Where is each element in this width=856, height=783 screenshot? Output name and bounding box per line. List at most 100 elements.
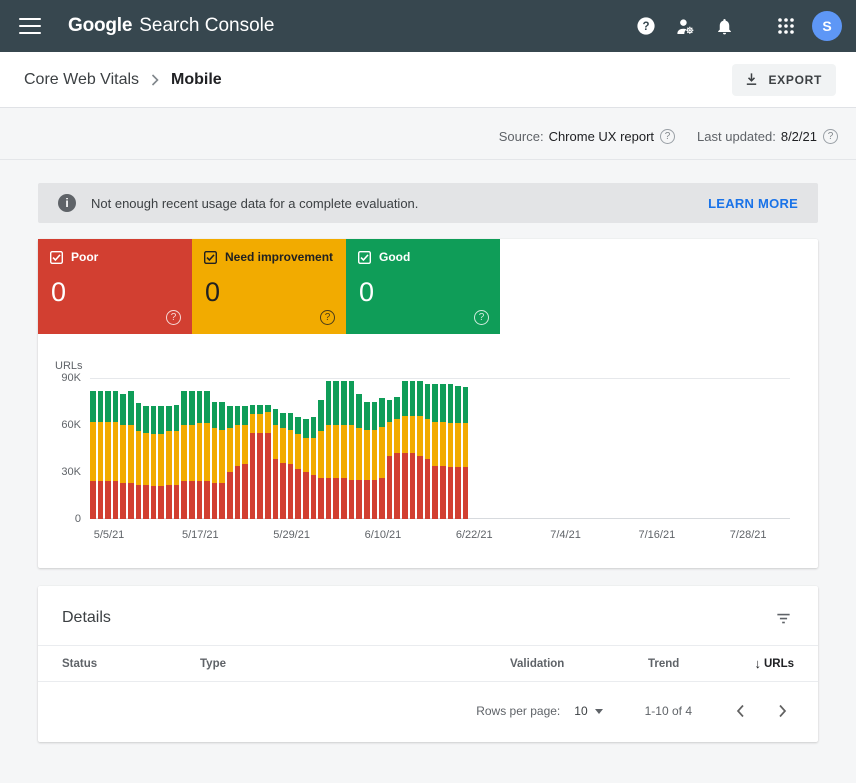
chart-bars xyxy=(90,378,790,519)
x-tick-label: 7/4/21 xyxy=(550,529,581,541)
logo-product: Search Console xyxy=(139,15,274,37)
y-tick-label: 60K xyxy=(61,419,81,431)
bar-stack[interactable] xyxy=(417,378,423,519)
account-avatar[interactable]: S xyxy=(812,11,842,41)
bar-stack[interactable] xyxy=(410,378,416,519)
column-urls-label: URLs xyxy=(764,658,794,670)
banner-message: Not enough recent usage data for a compl… xyxy=(91,196,418,211)
bar-stack[interactable] xyxy=(166,378,172,519)
bar-stack[interactable] xyxy=(113,378,119,519)
vitals-chart-card: Poor 0 ? Need improvement 0 ? xyxy=(38,239,818,568)
bar-stack[interactable] xyxy=(90,378,96,519)
bar-stack[interactable] xyxy=(212,378,218,519)
bar-stack[interactable] xyxy=(128,378,134,519)
download-icon xyxy=(744,72,759,87)
notifications-button[interactable] xyxy=(711,13,737,39)
bar-stack[interactable] xyxy=(219,378,225,519)
status-tile-good[interactable]: Good 0 ? xyxy=(346,239,500,334)
bar-stack[interactable] xyxy=(448,378,454,519)
status-tile-poor[interactable]: Poor 0 ? xyxy=(38,239,192,334)
bar-stack[interactable] xyxy=(341,378,347,519)
apps-grid-icon xyxy=(777,17,795,35)
bar-stack[interactable] xyxy=(250,378,256,519)
bar-stack[interactable] xyxy=(235,378,241,519)
bar-stack[interactable] xyxy=(105,378,111,519)
bar-stack[interactable] xyxy=(333,378,339,519)
pagination-bar: Rows per page: 10 1-10 of 4 xyxy=(38,682,818,742)
column-urls-sort[interactable]: ↓ URLs xyxy=(754,656,794,671)
bar-stack[interactable] xyxy=(318,378,324,519)
filter-button[interactable] xyxy=(772,607,794,629)
next-page-button[interactable] xyxy=(770,699,794,723)
bar-stack[interactable] xyxy=(273,378,279,519)
bar-stack[interactable] xyxy=(143,378,149,519)
bar-stack[interactable] xyxy=(280,378,286,519)
bar-stack[interactable] xyxy=(379,378,385,519)
bar-stack[interactable] xyxy=(349,378,355,519)
bar-stack[interactable] xyxy=(326,378,332,519)
chevron-left-icon xyxy=(736,704,745,718)
bar-stack[interactable] xyxy=(197,378,203,519)
y-axis-title: URLs xyxy=(55,360,790,372)
bar-stack[interactable] xyxy=(463,378,469,519)
bar-stack[interactable] xyxy=(394,378,400,519)
chart-x-axis: 5/5/215/17/215/29/216/10/216/22/217/4/21… xyxy=(90,519,790,546)
export-button[interactable]: EXPORT xyxy=(732,64,836,96)
app-logo[interactable]: Google Search Console xyxy=(68,15,274,37)
previous-page-button[interactable] xyxy=(728,699,752,723)
x-tick-label: 5/5/21 xyxy=(94,529,125,541)
learn-more-link[interactable]: LEARN MORE xyxy=(708,196,798,211)
help-button[interactable]: ? xyxy=(633,13,659,39)
breadcrumb-parent[interactable]: Core Web Vitals xyxy=(24,71,139,89)
tile-value: 0 xyxy=(359,279,488,306)
bar-stack[interactable] xyxy=(402,378,408,519)
y-tick-label: 0 xyxy=(75,513,81,525)
last-updated-value: 8/2/21 xyxy=(781,129,817,144)
bar-stack[interactable] xyxy=(364,378,370,519)
x-tick-label: 5/29/21 xyxy=(273,529,310,541)
bar-stack[interactable] xyxy=(158,378,164,519)
bar-stack[interactable] xyxy=(372,378,378,519)
bar-stack[interactable] xyxy=(303,378,309,519)
manage-users-button[interactable] xyxy=(672,13,698,39)
tile-label: Good xyxy=(379,250,410,264)
user-settings-icon xyxy=(675,16,696,37)
bar-stack[interactable] xyxy=(174,378,180,519)
bar-stack[interactable] xyxy=(98,378,104,519)
bar-stack[interactable] xyxy=(432,378,438,519)
bar-stack[interactable] xyxy=(265,378,271,519)
source-bar: Source: Chrome UX report ? Last updated:… xyxy=(0,108,856,160)
bar-stack[interactable] xyxy=(455,378,461,519)
notice-banner: i Not enough recent usage data for a com… xyxy=(38,183,818,223)
last-updated-help-icon[interactable]: ? xyxy=(823,129,838,144)
bar-stack[interactable] xyxy=(242,378,248,519)
status-tile-need-improvement[interactable]: Need improvement 0 ? xyxy=(192,239,346,334)
bar-stack[interactable] xyxy=(204,378,210,519)
source-value: Chrome UX report xyxy=(549,129,654,144)
rows-per-page-label: Rows per page: xyxy=(476,704,560,718)
tile-help-icon[interactable]: ? xyxy=(320,310,335,325)
bar-stack[interactable] xyxy=(311,378,317,519)
bar-stack[interactable] xyxy=(151,378,157,519)
bar-stack[interactable] xyxy=(295,378,301,519)
bar-stack[interactable] xyxy=(181,378,187,519)
pagination-range: 1-10 of 4 xyxy=(645,704,692,718)
bar-stack[interactable] xyxy=(425,378,431,519)
tile-help-icon[interactable]: ? xyxy=(166,310,181,325)
bar-stack[interactable] xyxy=(189,378,195,519)
breadcrumb-current: Mobile xyxy=(171,71,222,89)
bar-stack[interactable] xyxy=(136,378,142,519)
google-apps-button[interactable] xyxy=(773,13,799,39)
bar-stack[interactable] xyxy=(227,378,233,519)
bar-stack[interactable] xyxy=(440,378,446,519)
rows-per-page-select[interactable]: 10 xyxy=(574,704,602,718)
bar-stack[interactable] xyxy=(257,378,263,519)
bar-stack[interactable] xyxy=(120,378,126,519)
bar-stack[interactable] xyxy=(387,378,393,519)
bar-stack[interactable] xyxy=(356,378,362,519)
tile-help-icon[interactable]: ? xyxy=(474,310,489,325)
bar-stack[interactable] xyxy=(288,378,294,519)
hamburger-menu-icon[interactable] xyxy=(19,18,41,34)
source-label: Source: xyxy=(499,129,544,144)
source-help-icon[interactable]: ? xyxy=(660,129,675,144)
